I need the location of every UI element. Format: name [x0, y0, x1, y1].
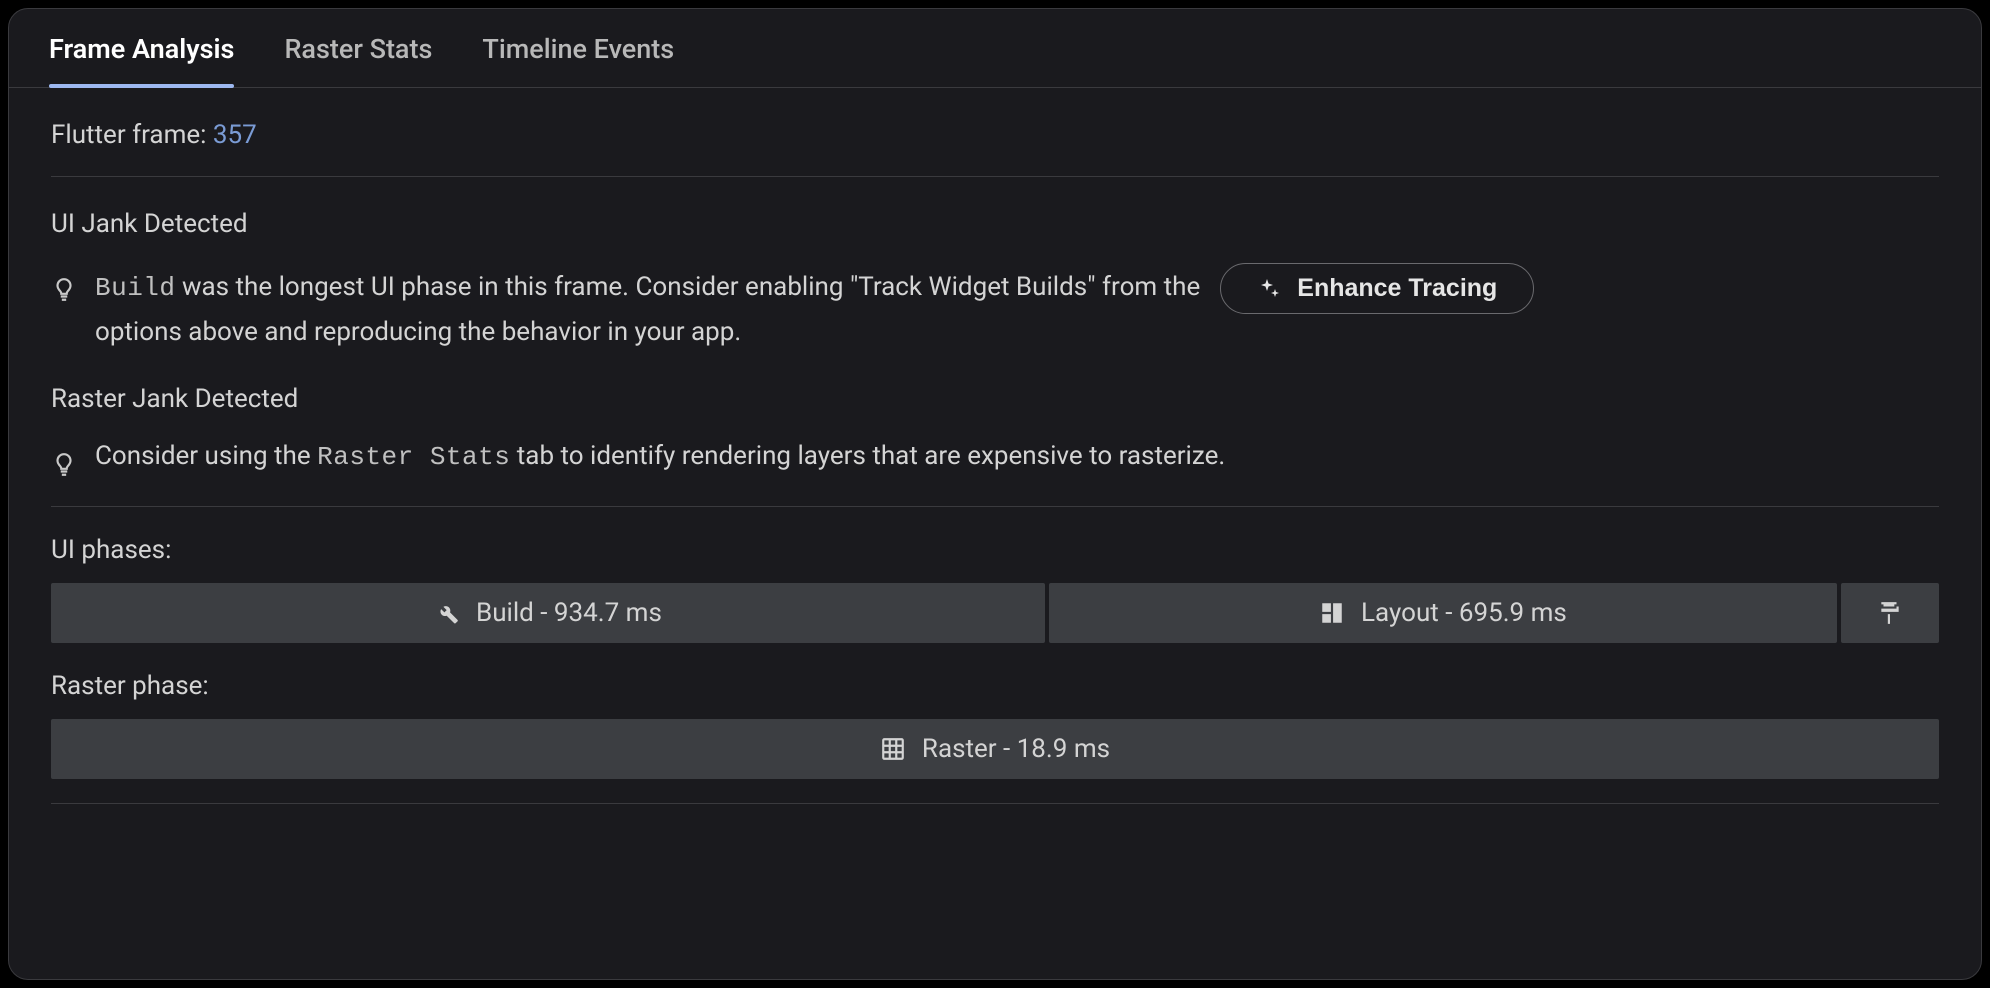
phase-build[interactable]: Build - 934.7 ms — [51, 583, 1045, 643]
frame-number-link[interactable]: 357 — [213, 120, 257, 150]
tab-timeline-events[interactable]: Timeline Events — [482, 33, 674, 87]
frame-prefix: Flutter frame: — [51, 120, 213, 150]
wrench-icon — [434, 600, 460, 626]
divider — [51, 506, 1939, 507]
build-code: Build — [95, 273, 176, 303]
raster-phase-bar: Raster - 18.9 ms — [51, 719, 1939, 779]
phase-raster-label: Raster - 18.9 ms — [922, 734, 1110, 764]
ui-jank-tip: Build was the longest UI phase in this f… — [51, 263, 1939, 352]
frame-analysis-panel: Frame Analysis Raster Stats Timeline Eve… — [8, 8, 1982, 980]
tab-frame-analysis[interactable]: Frame Analysis — [49, 33, 234, 87]
panel-content: Flutter frame: 357 UI Jank Detected Buil… — [9, 88, 1981, 836]
ui-phases-bar: Build - 934.7 ms Layout - 695.9 ms — [51, 583, 1939, 643]
layout-icon — [1319, 600, 1345, 626]
phase-paint[interactable] — [1841, 583, 1939, 643]
ui-jank-part2: options above and reproducing the behavi… — [95, 314, 741, 352]
phase-layout[interactable]: Layout - 695.9 ms — [1049, 583, 1837, 643]
phase-raster[interactable]: Raster - 18.9 ms — [51, 719, 1939, 779]
ui-phases-label: UI phases: — [51, 535, 1939, 565]
ui-jank-text: Build was the longest UI phase in this f… — [95, 263, 1939, 352]
ui-jank-part1: was the longest UI phase in this frame. … — [176, 272, 1201, 302]
raster-jank-tip: Consider using the Raster Stats tab to i… — [51, 438, 1939, 478]
sparkle-icon — [1257, 277, 1281, 301]
raster-jank-part2: tab to identify rendering layers that ar… — [517, 441, 1225, 471]
enhance-tracing-button[interactable]: Enhance Tracing — [1220, 263, 1534, 314]
phase-layout-label: Layout - 695.9 ms — [1361, 598, 1567, 628]
grid-icon — [880, 736, 906, 762]
lightbulb-icon — [51, 277, 77, 303]
frame-header: Flutter frame: 357 — [51, 120, 1939, 177]
ui-jank-title: UI Jank Detected — [51, 209, 1939, 239]
raster-stats-code: Raster Stats — [317, 442, 510, 472]
raster-jank-text: Consider using the Raster Stats tab to i… — [95, 438, 1233, 477]
tab-bar: Frame Analysis Raster Stats Timeline Eve… — [9, 9, 1981, 88]
lightbulb-icon — [51, 452, 77, 478]
raster-phase-section: Raster phase: Raster - 18.9 ms — [51, 671, 1939, 779]
raster-jank-part1: Consider using the — [95, 441, 317, 471]
raster-phase-label: Raster phase: — [51, 671, 1939, 701]
tab-raster-stats[interactable]: Raster Stats — [284, 33, 432, 87]
divider — [51, 803, 1939, 804]
raster-jank-title: Raster Jank Detected — [51, 384, 1939, 414]
phase-build-label: Build - 934.7 ms — [476, 598, 662, 628]
paint-roller-icon — [1877, 600, 1903, 626]
enhance-tracing-label: Enhance Tracing — [1297, 274, 1497, 303]
